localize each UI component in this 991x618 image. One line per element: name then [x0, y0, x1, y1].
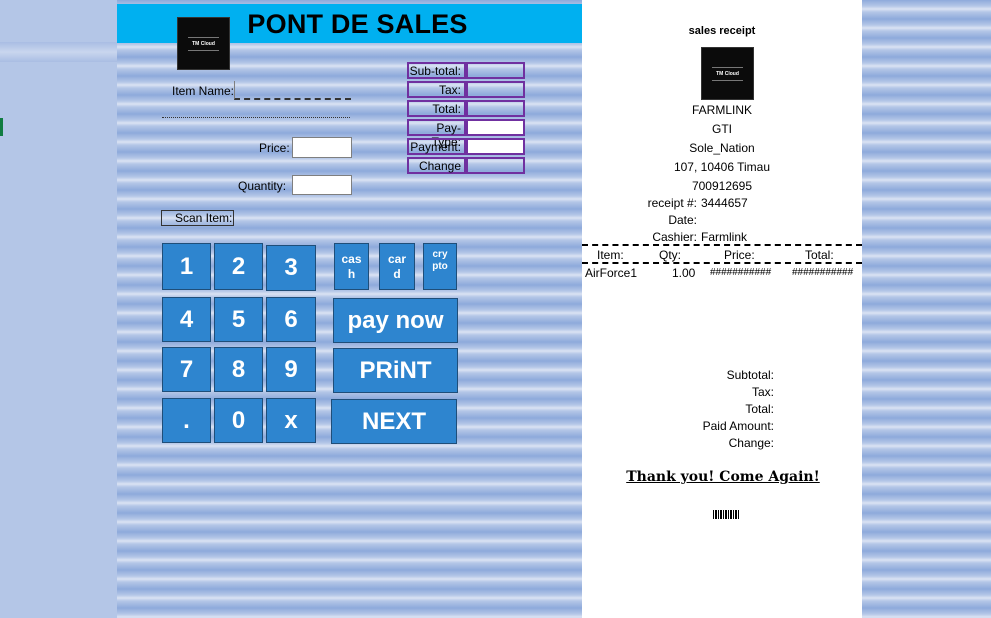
print-button[interactable]: PRiNT: [333, 348, 458, 393]
next-button[interactable]: NEXT: [331, 399, 457, 444]
key-7-button[interactable]: 7: [162, 347, 211, 392]
key-clear-button[interactable]: x: [266, 398, 316, 443]
receipt-phone: 700912695: [691, 179, 753, 193]
receipt-date-label: Date:: [668, 213, 697, 227]
tax-value: [466, 81, 525, 98]
receipt-divider-top: [582, 244, 862, 246]
key-1-button[interactable]: 1: [162, 243, 211, 290]
key-9-button[interactable]: 9: [266, 347, 316, 392]
line-item-name: AirForce1: [585, 266, 638, 280]
subtotal-label: Sub-total:: [407, 62, 466, 79]
pay-now-button[interactable]: pay now: [333, 298, 458, 343]
crypto-label-line2: pto: [432, 261, 448, 272]
receipt-total-label: Total:: [745, 402, 774, 416]
payment-input[interactable]: [466, 138, 525, 155]
sheet-right-column: [862, 0, 991, 618]
receipt-address: 107, 10406 Timau: [673, 160, 771, 174]
card-label-line1: car: [387, 251, 407, 266]
receipt-line3: Sole_Nation: [689, 141, 755, 155]
crypto-label-line1: cry: [432, 249, 448, 260]
item-name-label: Item Name:: [172, 84, 235, 98]
subtotal-value: [466, 62, 525, 79]
key-2-button[interactable]: 2: [214, 243, 263, 290]
item-name-underline: [162, 117, 350, 118]
receipt-number-label: receipt #:: [647, 196, 697, 210]
key-0-button[interactable]: 0: [214, 398, 263, 443]
key-decimal-button[interactable]: .: [162, 398, 211, 443]
receipt-paid-amount-label: Paid Amount:: [702, 419, 774, 433]
change-value: [466, 157, 525, 174]
receipt-logo-text: TM Cloud: [716, 70, 739, 77]
quantity-label: Quantity:: [238, 179, 287, 193]
total-value: [466, 100, 525, 117]
column-total: Total:: [805, 248, 834, 262]
receipt-title: sales receipt: [688, 25, 756, 37]
key-3-button[interactable]: 3: [266, 245, 316, 291]
tax-label: Tax:: [407, 81, 466, 98]
quantity-input[interactable]: [292, 175, 352, 195]
column-qty: Qty:: [659, 248, 682, 262]
receipt-subtotal-label: Subtotal:: [726, 368, 774, 382]
card-button[interactable]: car d: [379, 243, 415, 290]
column-price: Price:: [724, 248, 755, 262]
receipt-change-label: Change:: [728, 436, 774, 450]
key-5-button[interactable]: 5: [214, 297, 263, 342]
barcode-icon: [713, 510, 739, 519]
pay-type-input[interactable]: [466, 119, 525, 136]
line-item-qty: 1.00: [672, 266, 696, 280]
line-item-price: ###########: [710, 267, 772, 278]
scan-item-button[interactable]: Scan Item:: [161, 210, 234, 226]
receipt-cashier-label: Cashier:: [652, 230, 697, 244]
card-label-line2: d: [393, 266, 401, 281]
column-item: Item:: [597, 248, 624, 262]
receipt-line2: GTI: [712, 122, 732, 136]
receipt-divider-bottom: [582, 262, 862, 264]
sheet-left-column: [0, 0, 117, 618]
key-6-button[interactable]: 6: [266, 297, 316, 342]
payment-label: Payment:: [407, 138, 466, 155]
pay-type-label: Pay-Type:: [407, 119, 466, 149]
receipt-cashier-value: Farmlink: [701, 230, 748, 244]
receipt-logo: TM Cloud: [701, 47, 754, 100]
logo-text: TM Cloud: [192, 40, 215, 47]
active-row-indicator: [0, 118, 3, 136]
cash-label-line2: h: [347, 266, 356, 281]
company-logo: TM Cloud: [177, 17, 230, 70]
total-label: Total:: [407, 100, 466, 117]
receipt-company: FARMLINK: [691, 103, 752, 117]
item-name-input[interactable]: [234, 81, 351, 100]
thank-you-message: Thank you! Come Again!: [626, 469, 820, 485]
key-4-button[interactable]: 4: [162, 297, 211, 342]
line-item-total: ###########: [792, 267, 854, 278]
change-label: Change: [407, 157, 466, 174]
cash-button[interactable]: cas h: [334, 243, 369, 290]
key-8-button[interactable]: 8: [214, 347, 263, 392]
crypto-button[interactable]: cry pto: [423, 243, 457, 290]
cash-label-line1: cas: [341, 251, 362, 266]
receipt-number-value: 3444657: [701, 196, 748, 210]
price-input[interactable]: [292, 137, 352, 158]
price-label: Price:: [259, 141, 290, 155]
receipt-tax-label: Tax:: [751, 385, 774, 399]
